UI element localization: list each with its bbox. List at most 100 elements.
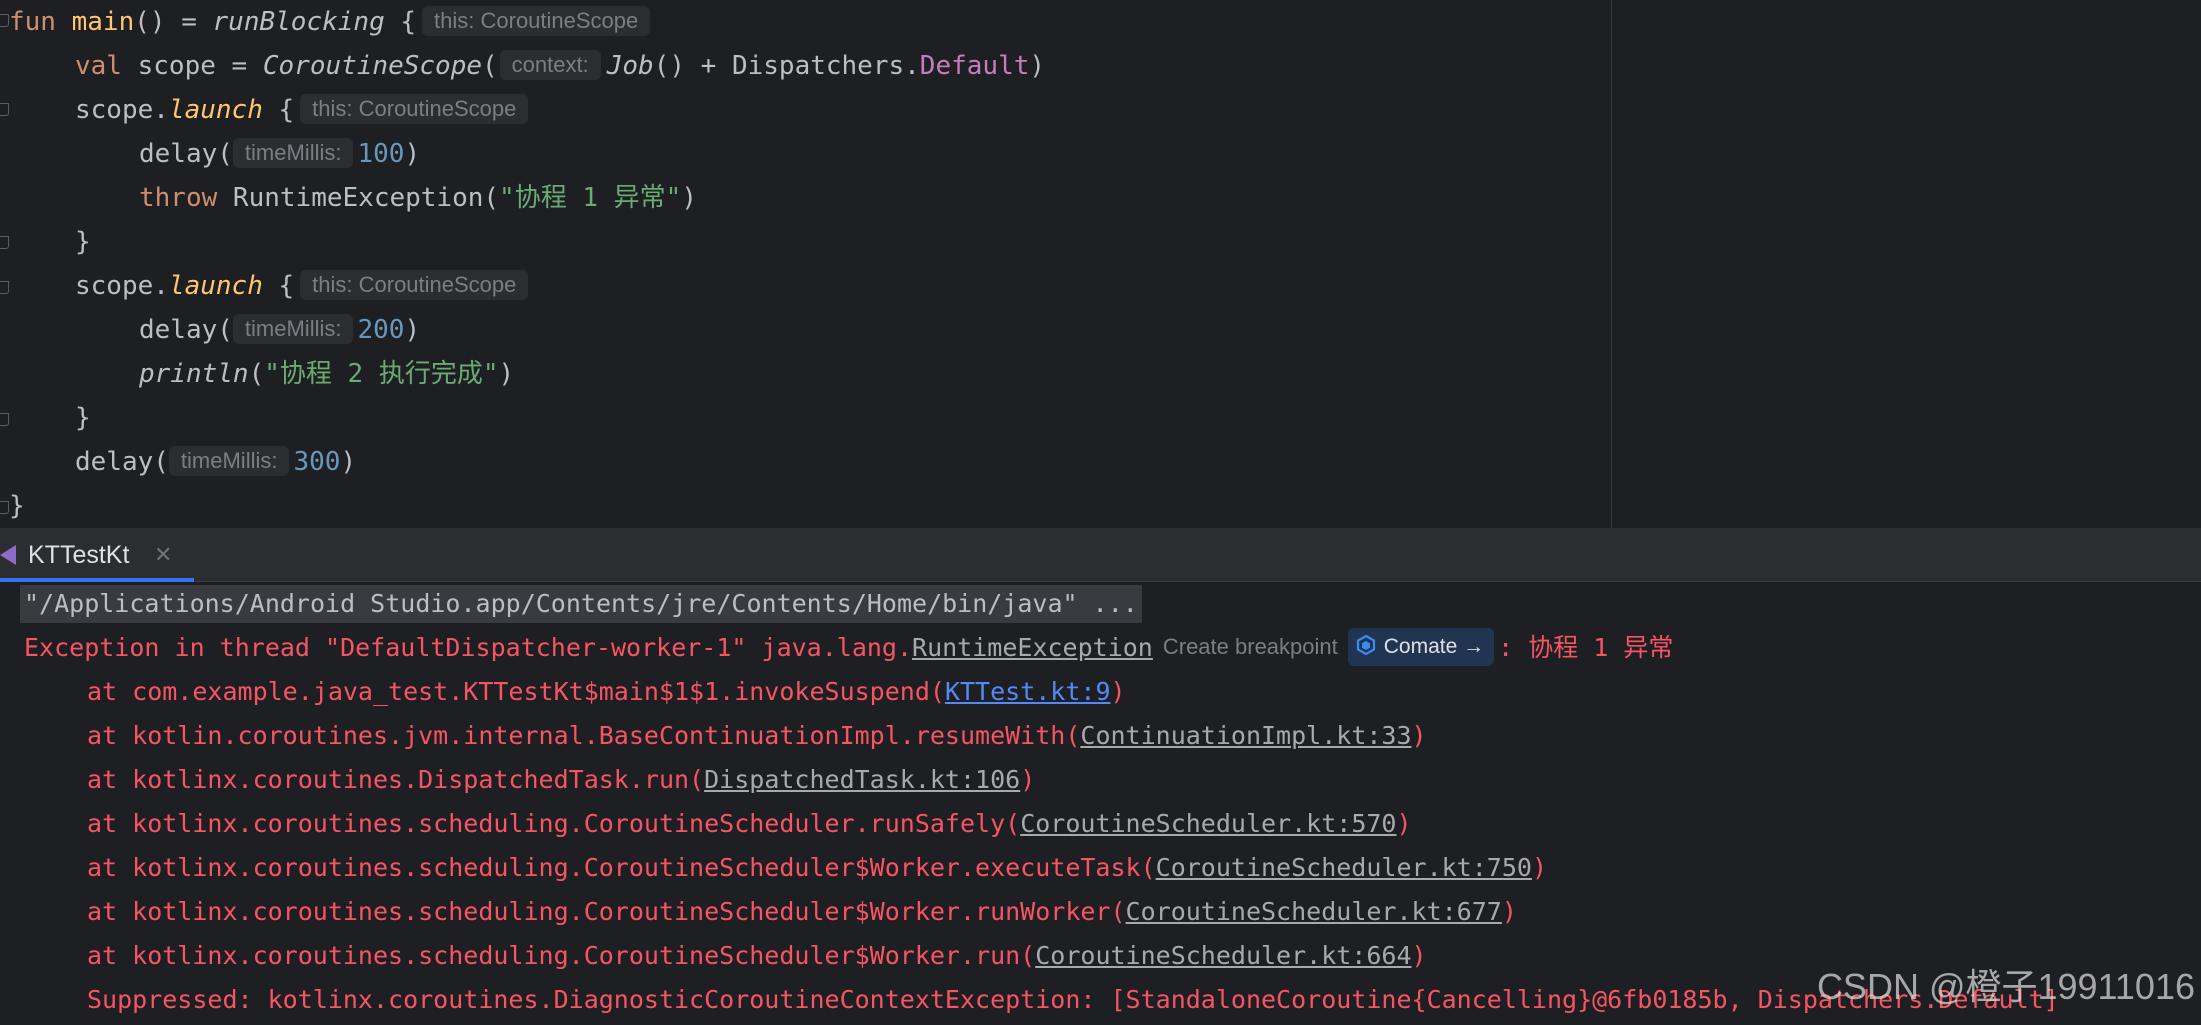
comate-cube-icon: [1356, 635, 1375, 656]
function-call: println: [139, 359, 249, 389]
class-call: Job: [606, 51, 654, 81]
stack-frame-text: ): [1531, 853, 1547, 882]
run-tool-window-header: KTTestKt ✕: [0, 528, 2201, 582]
code-text: () + Dispatchers.: [653, 51, 920, 81]
stack-frame: at kotlin.coroutines.jvm.internal.BaseCo…: [87, 714, 1427, 758]
code-line-9[interactable]: println("协程 2 执行完成"): [139, 352, 514, 396]
fold-marker-icon[interactable]: [0, 501, 9, 514]
inlay-hint: this: CoroutineScope: [300, 93, 529, 124]
run-tab-label: KTTestKt: [28, 541, 130, 569]
string-literal: "协程 1 异常": [499, 183, 682, 213]
stack-frame: at kotlinx.coroutines.DispatchedTask.run…: [87, 758, 1035, 802]
console-command-line: "/Applications/Android Studio.app/Conten…: [20, 582, 1142, 626]
code-editor[interactable]: fun main() = runBlocking {this: Coroutin…: [0, 0, 2201, 528]
stack-frame: at kotlinx.coroutines.scheduling.Corouti…: [87, 934, 1427, 978]
comate-label: Comate →: [1383, 635, 1485, 658]
code-text: ): [404, 315, 421, 345]
exception-header-line: Exception in thread "DefaultDispatcher-w…: [24, 626, 1673, 670]
fold-marker-icon[interactable]: [0, 236, 9, 249]
code-text: scope =: [121, 51, 263, 81]
fold-marker-icon[interactable]: [0, 413, 9, 426]
code-text: delay(: [75, 447, 169, 477]
stack-frame-link[interactable]: CoroutineScheduler.kt:750: [1156, 853, 1532, 882]
exception-class-link[interactable]: RuntimeException: [912, 633, 1153, 662]
inlay-hint: this: CoroutineScope: [422, 5, 651, 36]
string-literal: "协程 2 执行完成": [264, 359, 499, 389]
extension-call: launch: [168, 95, 263, 125]
command-text[interactable]: "/Applications/Android Studio.app/Conten…: [20, 585, 1142, 623]
run-tab[interactable]: KTTestKt ✕: [0, 528, 194, 582]
code-line-8[interactable]: delay(timeMillis: 200): [139, 308, 420, 352]
stack-frame-text: at kotlinx.coroutines.scheduling.Corouti…: [87, 941, 1036, 970]
stack-frame-text: ): [1411, 941, 1427, 970]
extension-call: launch: [168, 271, 263, 301]
code-line-12[interactable]: }: [9, 484, 25, 528]
property: Default: [919, 51, 1030, 81]
stack-frame-link[interactable]: CoroutineScheduler.kt:664: [1035, 941, 1411, 970]
code-line-3[interactable]: scope.launch {this: CoroutineScope: [75, 88, 534, 132]
exception-prefix: Exception in thread "DefaultDispatcher-w…: [24, 633, 913, 662]
stack-frame-link[interactable]: KTTest.kt:9: [945, 677, 1111, 706]
inlay-hint: timeMillis:: [232, 313, 354, 344]
run-config-icon: [0, 545, 16, 565]
stack-frame-text: ): [1501, 897, 1517, 926]
stack-frame-text: ): [1020, 765, 1036, 794]
inlay-hint: context:: [499, 49, 601, 80]
exception-message: : 协程 1 异常: [1498, 633, 1674, 662]
code-text: {: [384, 7, 417, 37]
fold-marker-icon[interactable]: [0, 281, 9, 294]
code-text: }: [75, 227, 91, 257]
inlay-hint: timeMillis:: [168, 445, 290, 476]
keyword: val: [75, 51, 122, 81]
stack-frame: at kotlinx.coroutines.scheduling.Corouti…: [87, 802, 1412, 846]
stack-frame-text: at kotlinx.coroutines.scheduling.Corouti…: [87, 897, 1126, 926]
code-text: () =: [134, 7, 213, 37]
stack-frame: at kotlinx.coroutines.scheduling.Corouti…: [87, 890, 1517, 934]
code-text: {: [262, 95, 295, 125]
stack-frame: at kotlinx.coroutines.scheduling.Corouti…: [87, 846, 1547, 890]
number-literal: 200: [357, 315, 405, 345]
number-literal: 300: [293, 447, 341, 477]
code-line-1[interactable]: fun main() = runBlocking {this: Coroutin…: [9, 0, 656, 44]
code-text: ): [681, 183, 697, 213]
code-line-10[interactable]: }: [75, 396, 91, 440]
stack-frame-text: at kotlinx.coroutines.scheduling.Corouti…: [87, 853, 1156, 882]
inlay-hint: this: CoroutineScope: [300, 269, 529, 300]
code-line-5[interactable]: throw RuntimeException("协程 1 异常"): [139, 176, 697, 220]
fold-marker-icon[interactable]: [0, 14, 9, 27]
code-line-4[interactable]: delay(timeMillis: 100): [139, 132, 420, 176]
code-line-11[interactable]: delay(timeMillis: 300): [75, 440, 356, 484]
stack-frame-text: at kotlinx.coroutines.scheduling.Corouti…: [87, 809, 1021, 838]
code-text: scope.: [75, 95, 169, 125]
code-text: RuntimeException(: [217, 183, 500, 213]
fold-marker-icon[interactable]: [0, 103, 9, 116]
comate-button[interactable]: Comate →: [1347, 628, 1495, 666]
code-text: (: [482, 51, 498, 81]
code-text: {: [262, 271, 295, 301]
code-text: ): [340, 447, 357, 477]
code-text: (: [248, 359, 265, 389]
stack-frame-text: ): [1411, 721, 1427, 750]
code-text: ): [404, 139, 421, 169]
code-line-6[interactable]: }: [75, 220, 91, 264]
create-breakpoint-button[interactable]: Create breakpoint: [1153, 630, 1348, 664]
class-call: CoroutineScope: [262, 51, 483, 81]
code-line-7[interactable]: scope.launch {this: CoroutineScope: [75, 264, 534, 308]
function-name: main: [71, 7, 135, 37]
code-text: }: [75, 403, 91, 433]
function-call: runBlocking: [212, 7, 385, 37]
stack-frame-link[interactable]: DispatchedTask.kt:106: [704, 765, 1020, 794]
suppressed-line: Suppressed: kotlinx.coroutines.Diagnosti…: [87, 985, 2059, 1014]
right-margin-guide: [1611, 0, 1612, 528]
number-literal: 100: [357, 139, 405, 169]
stack-frame: at com.example.java_test.KTTestKt$main$1…: [87, 670, 1126, 714]
code-text: ): [498, 359, 515, 389]
code-text: }: [9, 491, 25, 521]
stack-frame-text: ): [1110, 677, 1126, 706]
close-icon[interactable]: ✕: [154, 528, 172, 582]
code-line-2[interactable]: val scope = CoroutineScope(context: Job()…: [75, 44, 1045, 88]
code-text: delay(: [139, 139, 233, 169]
stack-frame-link[interactable]: ContinuationImpl.kt:33: [1080, 721, 1411, 750]
stack-frame-link[interactable]: CoroutineScheduler.kt:677: [1126, 897, 1502, 926]
stack-frame-link[interactable]: CoroutineScheduler.kt:570: [1020, 809, 1396, 838]
